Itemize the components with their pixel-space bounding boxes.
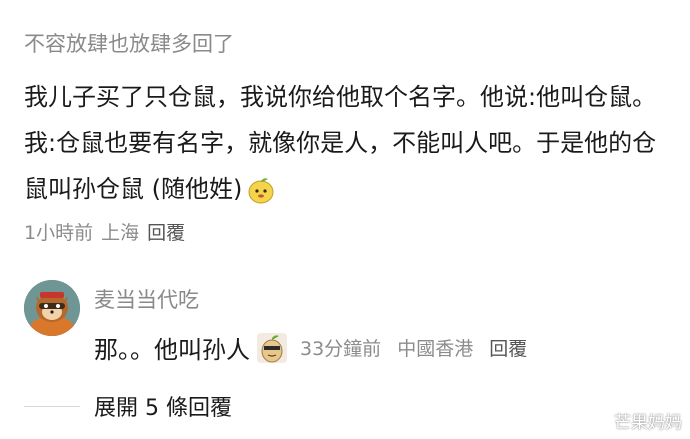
reply-location: 中國香港 bbox=[397, 338, 474, 360]
reply-meta: 33分鐘前 中國香港 回覆 bbox=[300, 334, 537, 361]
watermark: 芒果妈妈 bbox=[589, 408, 682, 433]
comment-username[interactable]: 不容放肆也放肆多回了 bbox=[24, 30, 674, 58]
comment-content: 我儿子买了只仓鼠，我说你给他取个名字。他说:他叫仓鼠。我:仓鼠也要有名字，就像你… bbox=[24, 74, 674, 212]
divider bbox=[24, 405, 80, 407]
comment-location: 上海 bbox=[101, 222, 140, 244]
comment-meta: 1小時前 上海 回覆 bbox=[24, 218, 674, 245]
reply-time: 33分鐘前 bbox=[300, 338, 382, 360]
raccoon-avatar-icon bbox=[24, 280, 80, 336]
reply-body: 麦当当代吃 那。。他叫孙人 33分鐘前 中國香港 回覆 bbox=[94, 286, 537, 365]
expand-row: 展開 5 條回覆 bbox=[24, 390, 232, 422]
reply-reply-button[interactable]: 回覆 bbox=[489, 338, 527, 360]
mango-emoji-icon bbox=[248, 178, 274, 204]
watermark-text: 芒果妈妈 bbox=[614, 413, 682, 433]
expand-replies-button[interactable]: 展開 5 條回覆 bbox=[94, 390, 232, 422]
reply-text: 那。。他叫孙人 bbox=[94, 336, 250, 364]
comment-time: 1小時前 bbox=[24, 222, 94, 244]
weibo-icon bbox=[590, 413, 609, 430]
mango-sticker-icon bbox=[257, 332, 287, 363]
reply-username[interactable]: 麦当当代吃 bbox=[94, 286, 537, 314]
comment-text: 我儿子买了只仓鼠，我说你给他取个名字。他说:他叫仓鼠。我:仓鼠也要有名字，就像你… bbox=[24, 83, 657, 203]
avatar[interactable] bbox=[24, 280, 80, 336]
comment: 不容放肆也放肆多回了 我儿子买了只仓鼠，我说你给他取个名字。他说:他叫仓鼠。我:… bbox=[24, 30, 674, 245]
reply-line: 那。。他叫孙人 33分鐘前 中國香港 回覆 bbox=[94, 330, 537, 365]
comment-reply-button[interactable]: 回覆 bbox=[147, 218, 185, 245]
